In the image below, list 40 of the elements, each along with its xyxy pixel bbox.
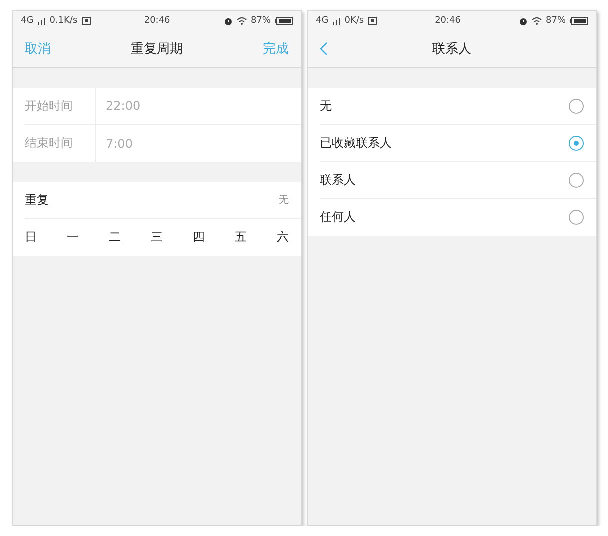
screen-title: 联系人 bbox=[432, 41, 472, 58]
wifi-icon bbox=[236, 17, 247, 25]
repeat-value: 无 bbox=[279, 194, 289, 207]
back-icon[interactable] bbox=[320, 42, 328, 56]
battery-percent: 87% bbox=[546, 16, 566, 26]
network-label: 4G bbox=[21, 16, 34, 26]
speed-label: 0.1K/s bbox=[50, 16, 78, 26]
signal-icon bbox=[38, 18, 46, 24]
weekday-toggle[interactable]: 二 bbox=[109, 229, 121, 246]
time-label: 结束时间 bbox=[25, 125, 96, 162]
battery-icon bbox=[570, 17, 588, 25]
option-label: 任何人 bbox=[320, 209, 357, 226]
radio-button[interactable] bbox=[569, 136, 584, 150]
screen-title: 重复周期 bbox=[131, 41, 183, 58]
weekday-toggle[interactable]: 六 bbox=[277, 229, 289, 246]
weekday-toggle[interactable]: 四 bbox=[193, 229, 205, 246]
option-label: 已收藏联系人 bbox=[320, 134, 393, 152]
signal-icon bbox=[332, 18, 341, 24]
alarm-icon bbox=[519, 16, 528, 26]
weekday-toggle[interactable]: 一 bbox=[67, 229, 79, 246]
notification-icon bbox=[82, 17, 91, 25]
battery-icon bbox=[275, 17, 293, 25]
radio-button[interactable] bbox=[569, 210, 584, 225]
weekday-toggle[interactable]: 三 bbox=[151, 229, 163, 246]
weekday-toggle[interactable]: 日 bbox=[25, 229, 37, 246]
option-label: 联系人 bbox=[320, 172, 357, 188]
option-label: 无 bbox=[320, 98, 333, 114]
radio-button[interactable] bbox=[569, 98, 584, 114]
speed-label: 0K/s bbox=[344, 16, 364, 26]
clock-time: 20:46 bbox=[435, 16, 461, 26]
notification-icon bbox=[368, 17, 378, 25]
wifi-icon bbox=[532, 17, 542, 25]
battery-percent: 87% bbox=[250, 16, 271, 26]
weekday-toggle[interactable]: 五 bbox=[235, 229, 247, 246]
radio-button[interactable] bbox=[569, 172, 584, 188]
time-label: 开始时间 bbox=[25, 88, 96, 124]
clock-time: 20:46 bbox=[144, 16, 170, 26]
network-label: 4G bbox=[316, 16, 329, 26]
repeat-label: 重复 bbox=[25, 192, 50, 208]
alarm-icon bbox=[224, 16, 233, 26]
